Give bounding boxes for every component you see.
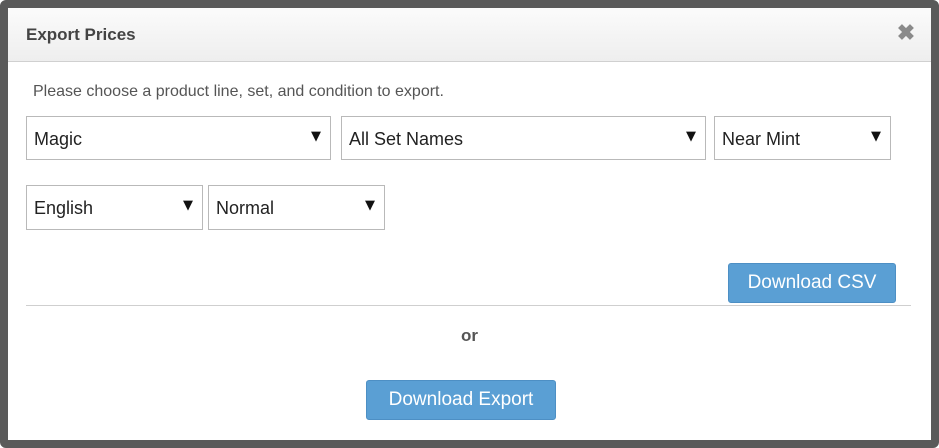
dropdown-arrow-icon: ▼ xyxy=(686,129,696,144)
close-icon[interactable]: ✖ xyxy=(895,22,917,44)
download-csv-button[interactable]: Download CSV xyxy=(728,263,896,303)
printing-value: Normal xyxy=(216,198,275,218)
dropdown-arrow-icon: ▼ xyxy=(365,198,375,213)
set-name-value: All Set Names xyxy=(349,129,464,149)
product-line-select[interactable]: Magic ▼ xyxy=(26,116,331,160)
dropdown-arrow-icon: ▼ xyxy=(871,129,881,144)
printing-select[interactable]: Normal ▼ xyxy=(208,185,385,230)
download-export-button[interactable]: Download Export xyxy=(366,380,556,420)
export-prices-modal: Export Prices ✖ Please choose a product … xyxy=(8,8,931,440)
condition-value: Near Mint xyxy=(722,129,801,149)
product-line-value: Magic xyxy=(34,129,83,149)
dropdown-arrow-icon: ▼ xyxy=(311,129,321,144)
section-divider xyxy=(26,305,911,306)
language-value: English xyxy=(34,198,94,218)
dropdown-arrow-icon: ▼ xyxy=(183,198,193,213)
modal-header: Export Prices ✖ xyxy=(8,8,931,62)
language-select[interactable]: English ▼ xyxy=(26,185,203,230)
modal-title: Export Prices xyxy=(26,25,136,44)
set-name-select[interactable]: All Set Names ▼ xyxy=(341,116,706,160)
condition-select[interactable]: Near Mint ▼ xyxy=(714,116,891,160)
or-separator: or xyxy=(461,326,478,345)
instructions-text: Please choose a product line, set, and c… xyxy=(33,83,444,100)
